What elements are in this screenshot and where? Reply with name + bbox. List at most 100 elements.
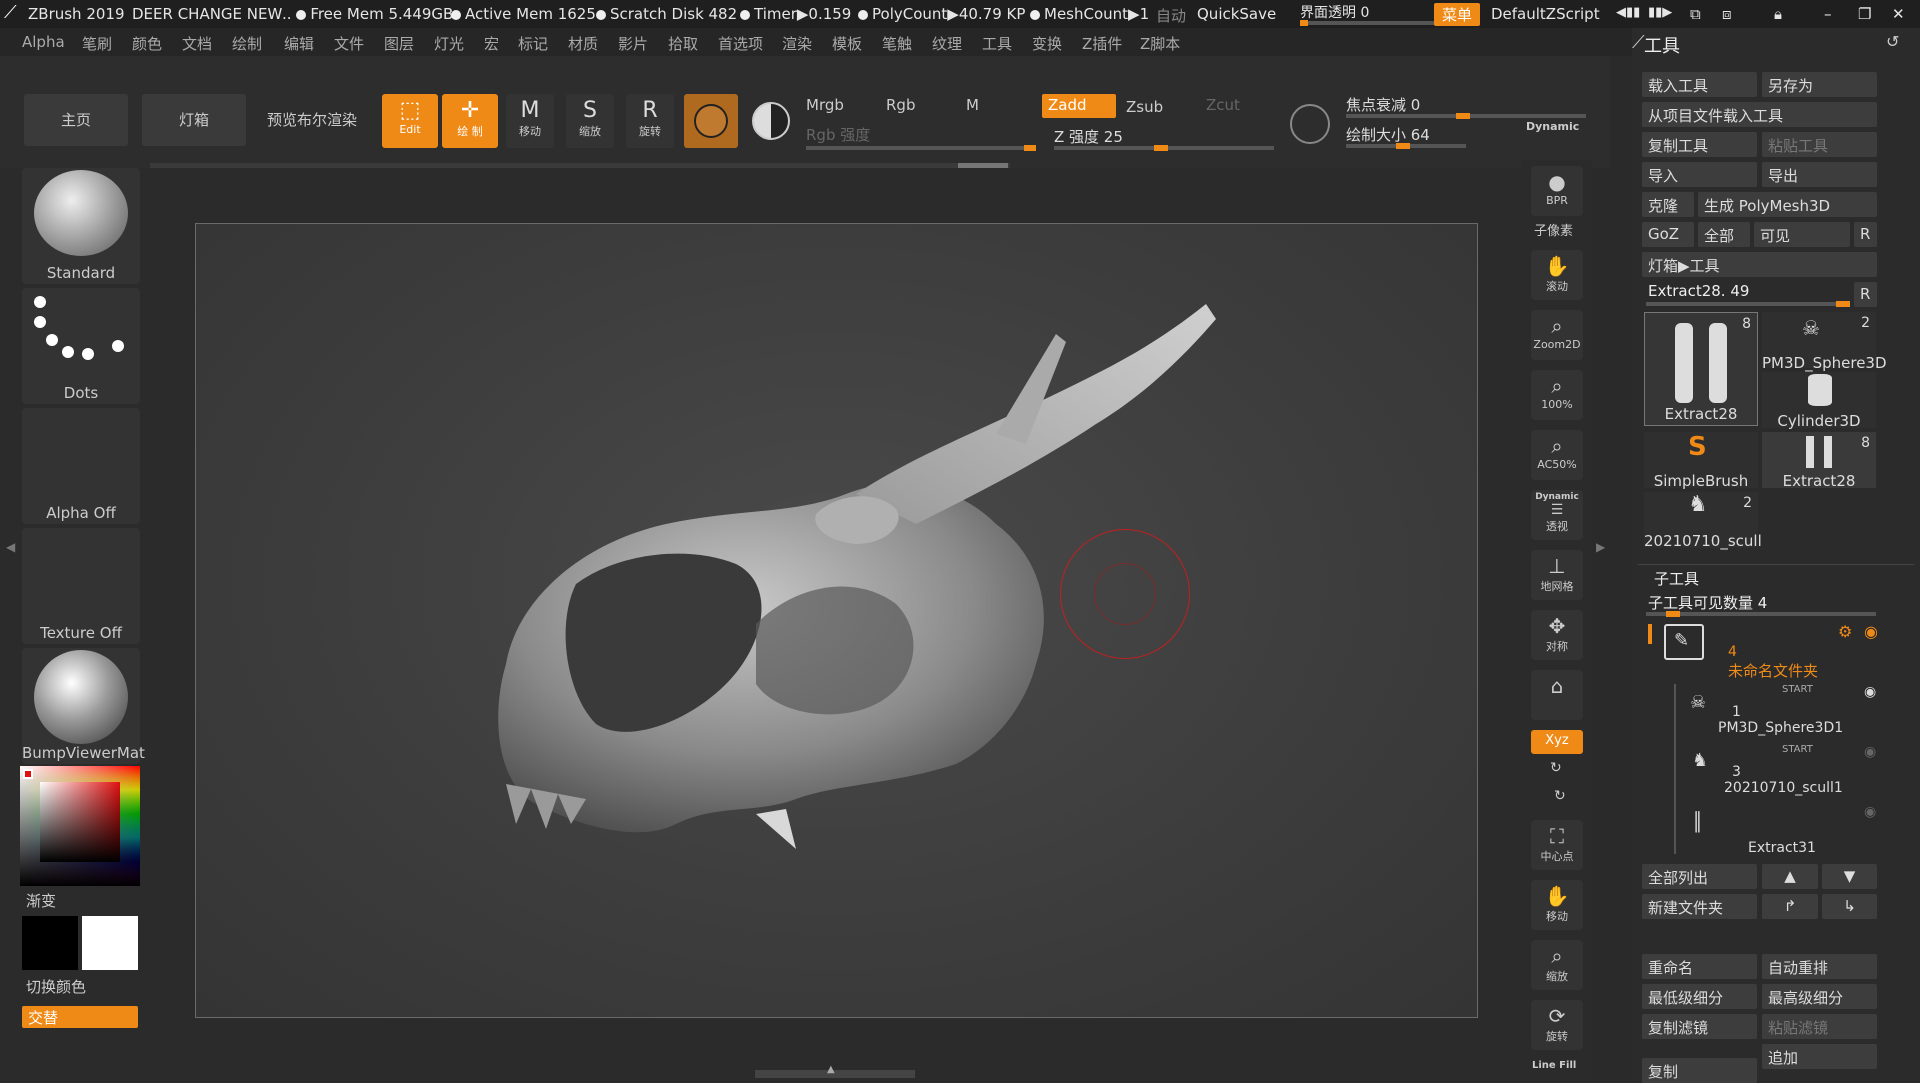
right-collapse-icon[interactable]: ▶ [1596,540,1605,554]
eye-icon[interactable]: ◉ [1864,744,1876,760]
menu-item[interactable]: 编辑 [284,33,314,54]
subtool-name[interactable]: Extract31 [1748,840,1816,856]
r-button[interactable]: R [1854,222,1877,247]
alpha-selector[interactable]: Alpha Off [22,408,140,524]
rotate-z-icon[interactable]: ↻ [1554,788,1566,804]
perspective-button[interactable]: Dynamic ☰ 透视 [1531,490,1583,540]
subpixel-label[interactable]: 子像素 [1534,220,1573,239]
ac50-button[interactable]: ⌕ AC50% [1531,430,1583,480]
subtool-title[interactable]: 子工具 [1654,568,1699,589]
subtool-thumb-skull-icon[interactable]: ☠ [1690,692,1706,713]
restore-icon[interactable]: ❐ [1858,5,1871,23]
layout2-icon[interactable]: ⧈ [1722,5,1732,23]
edit-button[interactable]: ⬚ Edit [382,94,438,148]
main-color-swatch[interactable] [22,916,78,970]
menu-item[interactable]: 影片 [618,33,648,54]
color-square[interactable] [40,782,120,862]
quicksave-button[interactable]: QuickSave [1197,5,1276,23]
tool-thumb-pm3d-sphere[interactable]: ☠ 2 PM3D_Sphere3D [1762,312,1887,372]
subtool-count-label[interactable]: 子工具可见数量 4 [1648,592,1767,613]
menu-item[interactable]: 模板 [832,33,862,54]
move-down-button[interactable]: ▼ [1822,864,1877,889]
floor-button[interactable]: ⊥ 地网格 [1531,550,1583,600]
focal-shift-label[interactable]: 焦点衰减 0 [1346,94,1420,115]
color-sphere-button[interactable] [744,94,798,148]
menu-item[interactable]: 变换 [1032,33,1062,54]
duplicate-button[interactable]: 复制 [1642,1058,1757,1083]
linefill-button[interactable]: Line Fill [1532,1060,1576,1071]
tray-right-icon[interactable]: ▮▮▶ [1648,5,1672,20]
viewport-canvas[interactable] [195,223,1478,1018]
menu-item[interactable]: 灯光 [434,33,464,54]
move-up-button[interactable]: ▲ [1762,864,1818,889]
bottom-scroll-handle[interactable]: ▲ [755,1064,915,1078]
xyz-button[interactable]: Xyz [1531,730,1583,754]
gear-icon[interactable]: ⚙ [1838,622,1852,641]
home-button[interactable]: 主页 [24,94,128,146]
gradient-label[interactable]: 渐变 [26,890,56,911]
frame-button[interactable]: ⛶ 中心点 [1531,820,1583,870]
list-all-button[interactable]: 全部列出 [1642,864,1757,889]
material-sphere-button[interactable] [684,94,738,148]
tray-left-icon[interactable]: ◀▮▮ [1616,5,1640,20]
menu-item[interactable]: 纹理 [932,33,962,54]
rgb-intensity-label[interactable]: Rgb 强度 [806,124,870,145]
menu-item[interactable]: 拾取 [668,33,698,54]
bpr-preview-button[interactable]: 预览布尔渲染 [260,94,364,146]
folder-name[interactable]: 未命名文件夹 [1728,660,1818,681]
menu-item[interactable]: Z脚本 [1140,33,1180,54]
tool-thumb-extract28[interactable]: 8 Extract28 [1644,312,1758,426]
save-as-button[interactable]: 另存为 [1762,72,1877,97]
move-button[interactable]: M 移动 [506,94,554,148]
eye-icon[interactable]: ◉ [1864,684,1876,700]
symmetry-button[interactable]: ✥ 对称 [1531,610,1583,660]
refresh-icon[interactable]: ↺ [1886,32,1899,51]
paste-tool-button[interactable]: 粘贴工具 [1762,132,1877,157]
lowest-subdiv-button[interactable]: 最低级细分 [1642,984,1757,1009]
copy-filter-button[interactable]: 复制滤镜 [1642,1014,1757,1039]
export-button[interactable]: 导出 [1762,162,1877,187]
eye-icon[interactable]: ◉ [1864,622,1878,641]
current-tool-label[interactable]: Extract28. 49 [1648,282,1749,300]
import-button[interactable]: 导入 [1642,162,1757,187]
menu-item[interactable]: Alpha [22,33,65,51]
texture-selector[interactable]: Texture Off [22,528,140,644]
material-selector[interactable]: BumpViewerMat [22,648,145,764]
visible-button[interactable]: 可见 [1754,222,1850,247]
zsub-button[interactable]: Zsub [1126,98,1163,116]
local-button[interactable]: ⌂ [1531,670,1583,720]
menu-item[interactable]: 渲染 [782,33,812,54]
menu-item[interactable]: 标记 [518,33,548,54]
draw-button[interactable]: ✛ 绘 制 [442,94,498,148]
auto-reorder-button[interactable]: 自动重排 [1762,954,1877,979]
brush-selector[interactable]: Standard [22,168,140,284]
rotate-y-icon[interactable]: ↻ [1550,760,1562,776]
r2-button[interactable]: R [1854,282,1877,307]
make-polymesh-button[interactable]: 生成 PolyMesh3D [1698,192,1877,217]
goz-button[interactable]: GoZ [1642,222,1694,247]
paste-filter-button[interactable]: 粘贴滤镜 [1762,1014,1877,1039]
subtool-name[interactable]: 20210710_scull1 [1724,780,1843,796]
lazy-mouse-icon[interactable] [1290,104,1330,144]
secondary-color-swatch[interactable] [82,916,138,970]
rename-button[interactable]: 重命名 [1642,954,1757,979]
menu-item[interactable]: 文件 [334,33,364,54]
menu-item[interactable]: 笔触 [882,33,912,54]
dynamic-toggle[interactable]: Dynamic [1526,120,1579,133]
default-zscript[interactable]: DefaultZScript [1491,5,1600,23]
subtool-name[interactable]: PM3D_Sphere3D1 [1718,720,1843,736]
scale-view-button[interactable]: ⌕ 缩放 [1531,940,1583,990]
lock-icon[interactable]: 🔒︎ [1774,5,1782,23]
rgb-intensity-slider[interactable] [806,145,1036,151]
folder-out-button[interactable]: ↳ [1822,894,1877,919]
tool-thumb-extract28b[interactable]: 8 Extract28 [1762,432,1876,490]
subtool-thumb-figure-icon[interactable]: ♞ [1692,750,1708,771]
scale-button[interactable]: S 缩放 [566,94,614,148]
folder-in-button[interactable]: ↱ [1762,894,1818,919]
menu-item[interactable]: 材质 [568,33,598,54]
z-intensity-slider[interactable] [1054,145,1274,151]
new-folder-button[interactable]: 新建文件夹 [1642,894,1757,919]
move-view-button[interactable]: ✋ 移动 [1531,880,1583,930]
rotate-button[interactable]: R 旋转 [626,94,674,148]
load-from-project-button[interactable]: 从项目文件载入工具 [1642,102,1877,127]
